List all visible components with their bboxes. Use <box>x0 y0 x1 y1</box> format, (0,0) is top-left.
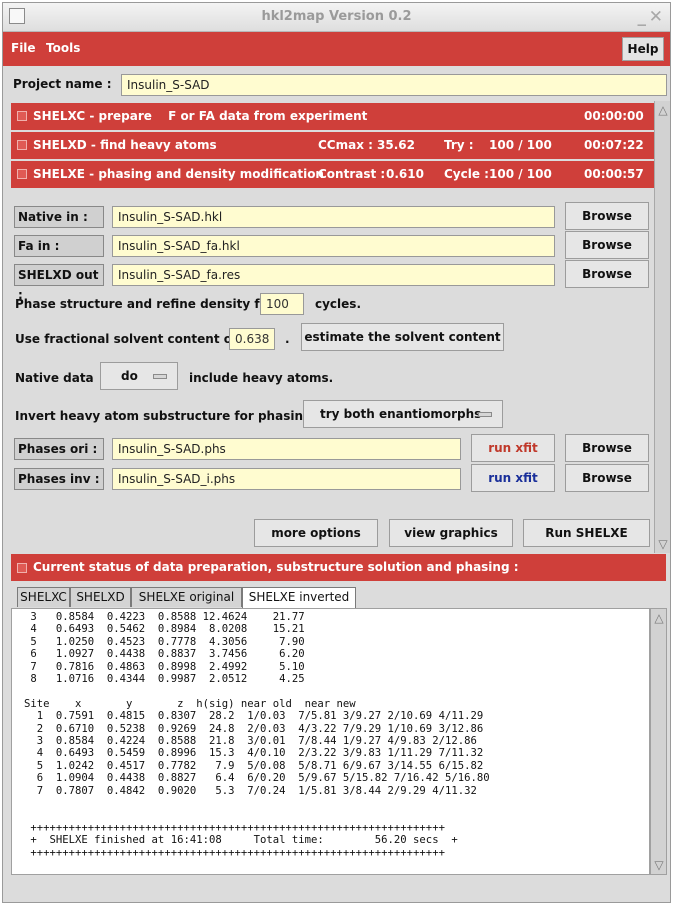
cycles-prefix: Phase structure and refine density for <box>15 297 274 311</box>
run-xfit-inv-button[interactable]: run xfit <box>471 464 555 492</box>
phases-inv-button[interactable]: Phases inv : <box>14 468 104 490</box>
step-shelxe-contrast-label: Contrast : <box>318 167 386 181</box>
log-scrollbar[interactable]: △ ▽ <box>650 608 667 875</box>
invert-label: Invert heavy atom substructure for phasi… <box>15 409 319 423</box>
phases-inv-browse-button[interactable]: Browse <box>565 464 649 492</box>
project-row: Project name : Insulin_S-SAD <box>3 67 670 99</box>
step-shelxd-ccmax-value: 35.62 <box>377 138 415 152</box>
tab-shelxe-original[interactable]: SHELXE original <box>131 587 242 607</box>
native-data-suffix: include heavy atoms. <box>189 371 334 385</box>
app-window: hkl2map Version 0.2 _ ✕ File Tools Help … <box>2 2 671 903</box>
option-indicator-icon <box>153 374 167 379</box>
shelxd-browse-button[interactable]: Browse <box>565 260 649 288</box>
title-bar[interactable]: hkl2map Version 0.2 _ ✕ <box>3 3 670 32</box>
native-data-value: do <box>121 369 138 383</box>
step-shelxd-label: SHELXD - find heavy atoms <box>33 138 217 152</box>
help-button[interactable]: Help <box>622 37 664 61</box>
scroll-up-icon[interactable]: △ <box>656 103 670 117</box>
step-shelxd[interactable]: SHELXD - find heavy atoms CCmax : 35.62 … <box>11 132 654 159</box>
status-title: Current status of data preparation, subs… <box>33 560 519 574</box>
more-options-button[interactable]: more options <box>254 519 378 547</box>
native-data-label: Native data <box>15 371 94 385</box>
scroll-up-icon[interactable]: △ <box>652 611 666 625</box>
step-shelxe-cycle-label: Cycle : <box>444 167 489 181</box>
step-shelxe[interactable]: SHELXE - phasing and density modificatio… <box>11 161 654 188</box>
phases-ori-field[interactable]: Insulin_S-SAD.phs <box>112 438 461 460</box>
close-icon[interactable]: ✕ <box>649 7 663 27</box>
step-shelxc[interactable]: SHELXC - prepare F or FA data from exper… <box>11 103 654 130</box>
fa-in-button[interactable]: Fa in : <box>14 235 104 257</box>
invert-value: try both enantiomorphs <box>320 407 482 421</box>
status-checkbox[interactable] <box>17 563 27 573</box>
solvent-input[interactable]: 0.638 <box>229 328 275 350</box>
option-indicator-icon <box>478 412 492 417</box>
tab-shelxc[interactable]: SHELXC <box>17 587 70 607</box>
step-shelxd-ccmax-label: CCmax : <box>318 138 373 152</box>
step-shelxc-label: SHELXC - prepare F or FA data from exper… <box>33 109 368 123</box>
fa-browse-button[interactable]: Browse <box>565 231 649 259</box>
phases-ori-browse-button[interactable]: Browse <box>565 434 649 462</box>
step-shelxc-checkbox[interactable] <box>17 111 27 121</box>
phases-ori-button[interactable]: Phases ori : <box>14 438 104 460</box>
upper-scrollbar[interactable]: △ ▽ <box>654 101 670 553</box>
status-bar: Current status of data preparation, subs… <box>11 554 666 581</box>
invert-select[interactable]: try both enantiomorphs <box>303 400 503 428</box>
minimize-icon[interactable]: _ <box>638 7 647 27</box>
log-output[interactable]: 3 0.8584 0.4223 0.8588 12.4624 21.77 4 0… <box>11 608 650 875</box>
cycles-suffix: cycles. <box>315 297 362 311</box>
phases-inv-field[interactable]: Insulin_S-SAD_i.phs <box>112 468 461 490</box>
tab-shelxe-inverted[interactable]: SHELXE inverted <box>242 587 356 609</box>
window-title: hkl2map Version 0.2 <box>261 9 412 24</box>
step-shelxe-checkbox[interactable] <box>17 169 27 179</box>
menu-bar: File Tools Help <box>3 32 670 66</box>
step-shelxd-try-label: Try : <box>444 138 474 152</box>
solvent-dot: . <box>285 332 290 346</box>
estimate-solvent-button[interactable]: estimate the solvent content <box>301 323 504 351</box>
project-name-label: Project name : <box>13 77 112 91</box>
scroll-down-icon[interactable]: ▽ <box>656 537 670 551</box>
native-data-select[interactable]: do <box>100 362 178 390</box>
scroll-down-icon[interactable]: ▽ <box>652 858 666 872</box>
native-in-button[interactable]: Native in : <box>14 206 104 228</box>
step-shelxe-label: SHELXE - phasing and density modificatio… <box>33 167 324 181</box>
shelxd-out-button[interactable]: SHELXD out : <box>14 264 104 302</box>
native-in-field[interactable]: Insulin_S-SAD.hkl <box>112 206 555 228</box>
run-shelxe-button[interactable]: Run SHELXE <box>523 519 650 547</box>
shelxd-out-field[interactable]: Insulin_S-SAD_fa.res <box>112 264 555 286</box>
step-shelxd-time: 00:07:22 <box>584 138 644 152</box>
tab-shelxd[interactable]: SHELXD <box>70 587 131 607</box>
settings-panel: SHELXC - prepare F or FA data from exper… <box>11 101 654 553</box>
solvent-prefix: Use fractional solvent content of <box>15 332 238 346</box>
menu-file[interactable]: File <box>11 41 36 55</box>
project-name-input[interactable]: Insulin_S-SAD <box>121 74 667 96</box>
native-browse-button[interactable]: Browse <box>565 202 649 230</box>
step-shelxe-cycle-value: 100 / 100 <box>489 167 552 181</box>
step-shelxc-time: 00:00:00 <box>584 109 644 123</box>
cycles-input[interactable]: 100 <box>260 293 304 315</box>
step-shelxe-time: 00:00:57 <box>584 167 644 181</box>
run-xfit-ori-button[interactable]: run xfit <box>471 434 555 462</box>
view-graphics-button[interactable]: view graphics <box>389 519 513 547</box>
step-shelxd-checkbox[interactable] <box>17 140 27 150</box>
step-shelxd-try-value: 100 / 100 <box>489 138 552 152</box>
menu-tools[interactable]: Tools <box>46 41 80 55</box>
log-text: 3 0.8584 0.4223 0.8588 12.4624 21.77 4 0… <box>24 611 490 859</box>
fa-in-field[interactable]: Insulin_S-SAD_fa.hkl <box>112 235 555 257</box>
step-shelxe-contrast-value: 0.610 <box>386 167 424 181</box>
